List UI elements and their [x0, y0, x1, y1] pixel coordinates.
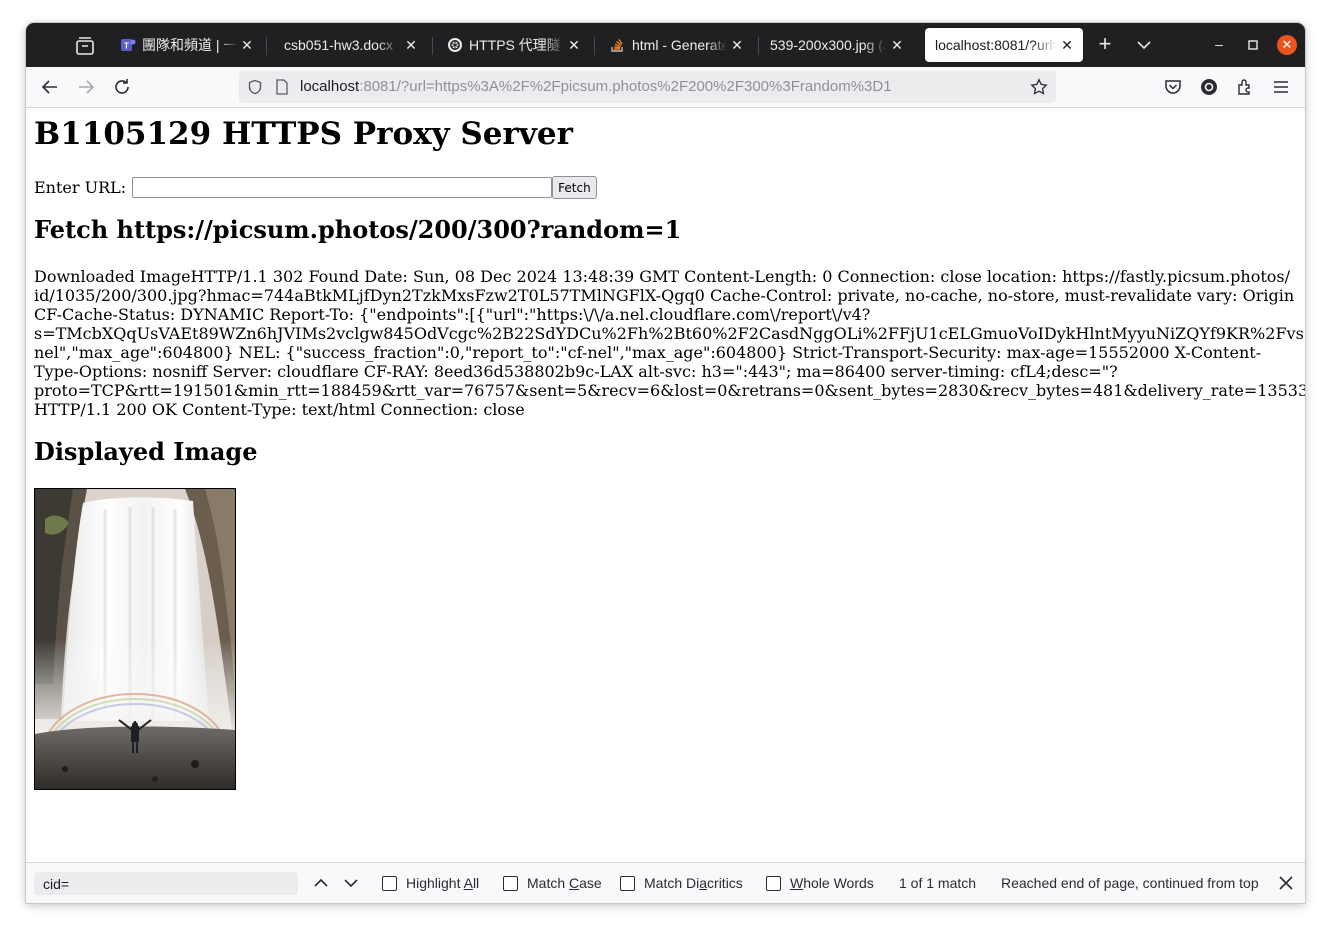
checkbox-label: Whole Words: [790, 875, 874, 891]
browser-window: T 團隊和頻道 | 一般 ✕ csb051-hw3.docx ✕ HTTPS 代…: [26, 23, 1305, 903]
tab-title: 團隊和頻道 | 一般: [142, 37, 237, 53]
navigation-bar: localhost:8081/?url=https%3A%2F%2Fpicsum…: [26, 67, 1305, 108]
forward-arrow-icon[interactable]: [76, 77, 96, 97]
tab-jpeg[interactable]: 539-200x300.jpg (JPEG ✕: [760, 28, 913, 62]
label-accesskey: W: [790, 875, 804, 891]
close-icon[interactable]: ✕: [1059, 37, 1075, 54]
svg-text:T: T: [124, 42, 129, 51]
window-close-button[interactable]: ✕: [1277, 35, 1297, 55]
page-title: B1105129 HTTPS Proxy Server: [34, 116, 573, 152]
close-icon[interactable]: ✕: [566, 37, 582, 54]
bookmark-star-icon[interactable]: [1030, 78, 1048, 96]
account-icon[interactable]: [1199, 77, 1219, 97]
new-tab-button[interactable]: +: [1094, 33, 1116, 56]
close-icon[interactable]: [1277, 874, 1295, 892]
response-line: s=TMcbXQqUsVAEt89WZn6hJVIMs2vclgw845OdVc…: [34, 324, 1304, 343]
checkbox-label: Highlight All: [406, 875, 479, 891]
find-bar: Highlight All Match Case Match Diacritic…: [26, 862, 1305, 903]
find-status-message: Reached end of page, continued from top: [1001, 875, 1259, 891]
close-icon[interactable]: ✕: [403, 37, 419, 54]
tab-title: 539-200x300.jpg (JPEG: [770, 37, 887, 53]
label-part: Match Di: [644, 875, 700, 891]
tab-title: csb051-hw3.docx: [284, 37, 393, 53]
waterfall-photo: [34, 488, 236, 790]
url-input[interactable]: [132, 177, 553, 198]
back-arrow-icon[interactable]: [40, 77, 60, 97]
label-part: ase: [579, 875, 602, 891]
tab-localhost[interactable]: localhost:8081/?url= ✕: [925, 28, 1083, 62]
tab-title: localhost:8081/?url=: [935, 37, 1057, 53]
page-icon[interactable]: [275, 79, 289, 95]
label-part: Match: [527, 875, 570, 891]
label-accesskey: C: [569, 875, 580, 891]
tab-stackoverflow[interactable]: html - Generate ✕: [600, 28, 753, 62]
tab-title: HTTPS 代理隧道: [469, 37, 564, 53]
pocket-icon[interactable]: [1163, 77, 1183, 97]
checkbox-label: Match Diacritics: [644, 875, 743, 891]
chevron-down-icon[interactable]: [1134, 36, 1154, 54]
tab-teams[interactable]: T 團隊和頻道 | 一般 ✕: [110, 28, 263, 62]
label-part: ll: [472, 875, 480, 891]
teams-icon: T: [121, 39, 136, 51]
stackoverflow-icon: [611, 38, 623, 52]
address-bar[interactable]: localhost:8081/?url=https%3A%2F%2Fpicsum…: [239, 71, 1056, 103]
tab-title: html - Generate: [632, 37, 727, 53]
tab-bar: T 團隊和頻道 | 一般 ✕ csb051-hw3.docx ✕ HTTPS 代…: [26, 23, 1305, 67]
checkbox-label: Match Case: [527, 875, 602, 891]
checkbox-box[interactable]: [620, 875, 635, 891]
label-accesskey: A: [463, 875, 473, 891]
whole-words-checkbox[interactable]: Whole Words: [766, 875, 874, 891]
match-case-checkbox[interactable]: Match Case: [503, 875, 602, 891]
close-icon[interactable]: ✕: [889, 37, 905, 54]
checkbox-box[interactable]: [382, 875, 397, 891]
url-host: localhost: [300, 78, 360, 95]
reload-icon[interactable]: [112, 77, 132, 97]
minimize-button[interactable]: –: [1209, 36, 1229, 54]
tab-https-tunnel[interactable]: HTTPS 代理隧道 ✕: [437, 28, 590, 62]
maximize-button[interactable]: [1243, 36, 1263, 54]
close-icon[interactable]: ✕: [729, 37, 745, 54]
response-text: Downloaded ImageHTTP/1.1 302 Found Date:…: [34, 267, 1305, 419]
chevron-up-icon[interactable]: [312, 874, 330, 892]
tab-list-icon[interactable]: [74, 35, 96, 57]
response-line: id/1035/200/300.jpg?hmac=744aBtkMLjfDyn2…: [34, 286, 1295, 305]
fetch-heading: Fetch https://picsum.photos/200/300?rand…: [34, 215, 682, 244]
chevron-down-icon[interactable]: [342, 874, 360, 892]
shield-icon[interactable]: [247, 79, 263, 95]
openai-icon: [448, 38, 462, 52]
tab-separator: [432, 37, 433, 55]
tab-separator: [594, 37, 595, 55]
response-line: nel","max_age":604800} NEL: {"success_fr…: [34, 343, 1262, 362]
match-diacritics-checkbox[interactable]: Match Diacritics: [620, 875, 743, 891]
highlight-all-checkbox[interactable]: Highlight All: [382, 875, 479, 891]
tab-separator: [758, 37, 759, 55]
url-label: Enter URL:: [34, 178, 127, 197]
find-input[interactable]: [34, 872, 298, 895]
label-accesskey: a: [699, 875, 708, 891]
response-line: Type-Options: nosniff Server: cloudflare…: [34, 362, 1118, 381]
hamburger-menu-icon[interactable]: [1271, 77, 1291, 97]
tab-docx[interactable]: csb051-hw3.docx ✕: [274, 28, 427, 62]
label-part: Highlight: [406, 875, 464, 891]
tab-separator: [266, 37, 267, 55]
label-part: hole Words: [803, 875, 874, 891]
response-line: HTTP/1.1 200 OK Content-Type: text/html …: [34, 400, 525, 419]
fetch-button[interactable]: Fetch: [552, 176, 597, 199]
displayed-image-heading: Displayed Image: [34, 437, 258, 466]
label-part: critics: [707, 875, 743, 891]
url-form: Enter URL: Fetch: [34, 176, 597, 199]
url-rest: :8081/?url=https%3A%2F%2Fpicsum.photos%2…: [359, 78, 892, 95]
response-line: proto=TCP&rtt=191501&min_rtt=188459&rtt_…: [34, 381, 1305, 400]
page-content: B1105129 HTTPS Proxy Server Enter URL: F…: [26, 108, 1305, 862]
checkbox-box[interactable]: [503, 875, 518, 891]
close-icon[interactable]: ✕: [239, 37, 255, 54]
response-line: Downloaded ImageHTTP/1.1 302 Found Date:…: [34, 267, 1291, 286]
find-match-count: 1 of 1 match: [899, 875, 977, 891]
checkbox-box[interactable]: [766, 875, 781, 891]
extensions-icon[interactable]: [1235, 77, 1255, 97]
response-line: CF-Cache-Status: DYNAMIC Report-To: {"en…: [34, 305, 871, 324]
url-text[interactable]: localhost:8081/?url=https%3A%2F%2Fpicsum…: [300, 78, 892, 95]
